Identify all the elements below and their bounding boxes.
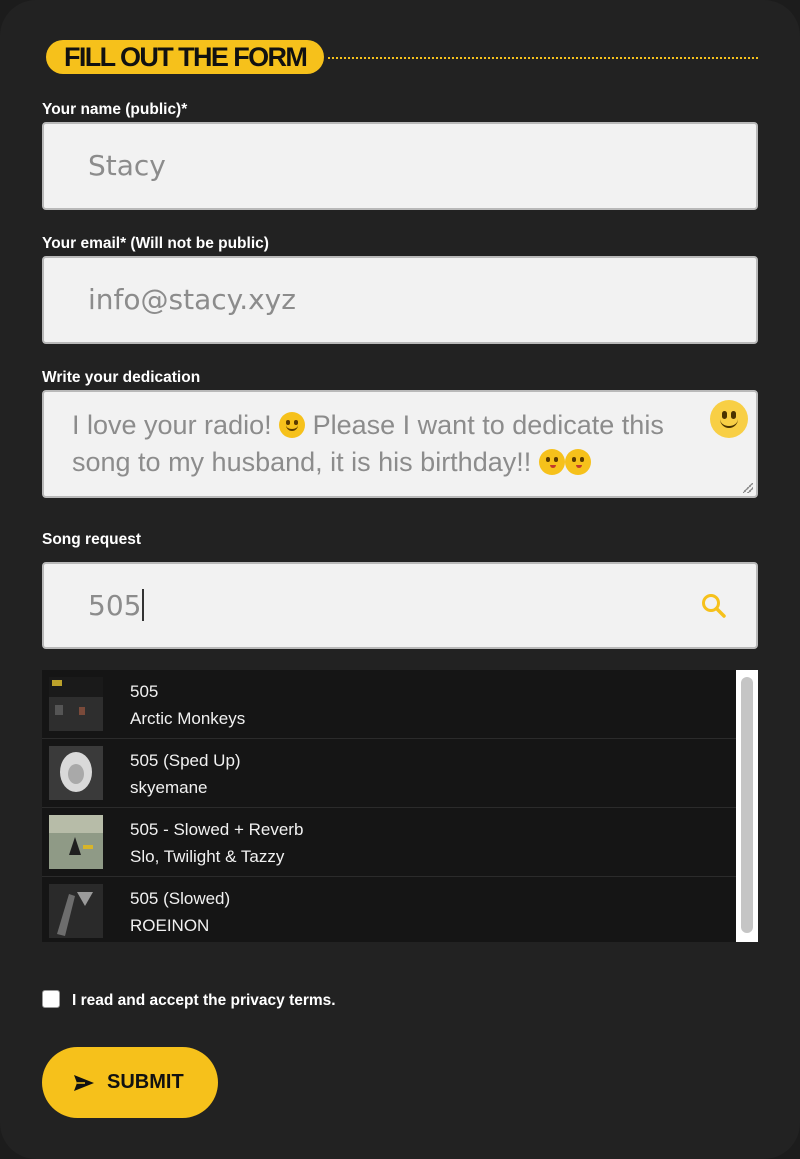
privacy-label[interactable]: I read and accept the privacy terms. xyxy=(72,992,336,1010)
album-cover xyxy=(49,884,103,938)
scrollbar-thumb[interactable] xyxy=(741,677,753,933)
send-icon xyxy=(74,1075,94,1091)
header-dotted-line xyxy=(328,57,758,59)
song-search-text: 505 xyxy=(88,589,142,622)
submit-label: SUBMIT xyxy=(107,1071,184,1093)
song-request-label: Song request xyxy=(42,531,142,548)
email-label: Your email* (Will not be public) xyxy=(42,235,269,252)
smiley-icon[interactable] xyxy=(710,400,748,438)
result-artist: Arctic Monkeys xyxy=(130,709,246,728)
result-title: 505 (Slowed) xyxy=(130,889,231,908)
privacy-checkbox[interactable] xyxy=(42,990,60,1008)
name-input-value: Stacy xyxy=(88,149,166,182)
result-title: 505 (Sped Up) xyxy=(130,751,241,770)
results-scrollbar[interactable] xyxy=(736,670,758,942)
resize-handle[interactable] xyxy=(743,483,753,493)
result-artist: skyemane xyxy=(130,778,208,797)
album-cover xyxy=(49,677,103,731)
email-input[interactable]: info@stacy.xyz xyxy=(42,256,758,344)
list-item[interactable]: 505 Arctic Monkeys xyxy=(42,670,736,739)
list-item[interactable]: 505 (Sped Up) skyemane xyxy=(42,739,736,808)
name-label: Your name (public)* xyxy=(42,101,188,118)
text-caret xyxy=(142,589,144,621)
result-artist: ROEINON xyxy=(130,916,210,935)
form-panel: FILL OUT THE FORM Your name (public)* St… xyxy=(0,0,800,1159)
album-cover xyxy=(49,815,103,869)
smiling-emoji-icon xyxy=(279,412,306,438)
dedication-label: Write your dedication xyxy=(42,369,201,386)
song-search-value: 505 xyxy=(88,589,144,622)
name-input[interactable]: Stacy xyxy=(42,122,758,210)
dedication-text: I love your radio! Please I want to dedi… xyxy=(72,407,712,481)
dedication-text-part1: I love your radio! xyxy=(72,410,280,440)
search-icon[interactable] xyxy=(700,592,728,620)
list-item[interactable]: 505 - Slowed + Reverb Slo, Twilight & Ta… xyxy=(42,808,736,877)
form-header: FILL OUT THE FORM xyxy=(46,40,758,76)
submit-button[interactable]: SUBMIT xyxy=(42,1047,218,1118)
result-title: 505 - Slowed + Reverb xyxy=(130,820,304,839)
dedication-textarea[interactable]: I love your radio! Please I want to dedi… xyxy=(42,390,758,498)
album-cover xyxy=(49,746,103,800)
email-input-value: info@stacy.xyz xyxy=(88,283,296,316)
form-title: FILL OUT THE FORM xyxy=(46,40,325,74)
list-item[interactable]: 505 (Slowed) ROEINON xyxy=(42,877,736,942)
kiss-emoji-icon xyxy=(564,449,591,475)
song-search-input[interactable]: 505 xyxy=(42,562,758,649)
song-results-list: 505 Arctic Monkeys 505 (Sped Up) skyeman… xyxy=(42,670,758,942)
result-title: 505 xyxy=(130,682,159,701)
kiss-emoji-icon xyxy=(538,449,565,475)
result-artist: Slo, Twilight & Tazzy xyxy=(130,847,285,866)
